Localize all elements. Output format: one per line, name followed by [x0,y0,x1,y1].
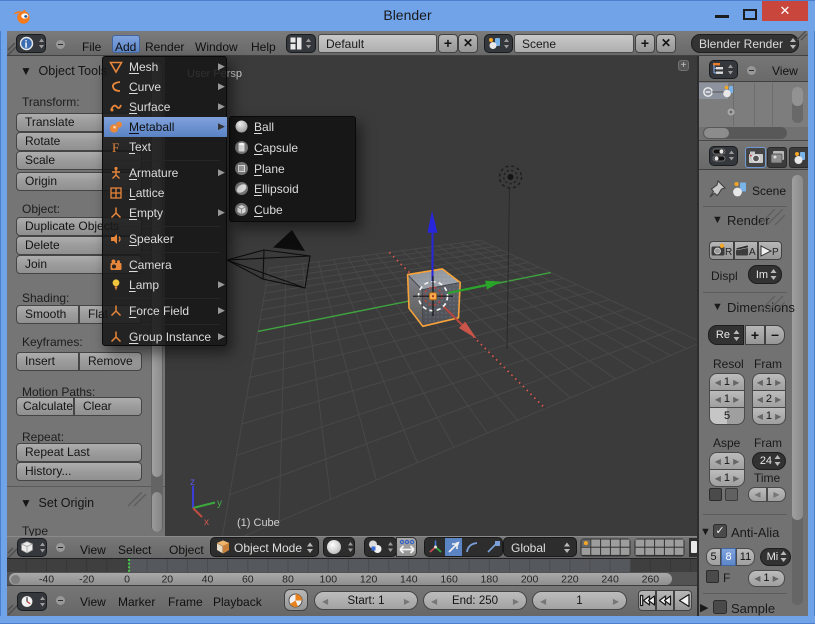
svg-text:220: 220 [561,574,579,586]
svg-text:F: F [112,140,119,154]
svg-text:120: 120 [360,574,378,586]
svg-text:-40: -40 [39,574,54,586]
svg-text:40: 40 [202,574,214,586]
svg-text:P: P [772,247,779,258]
svg-text:60: 60 [242,574,254,586]
svg-text:R: R [725,247,732,258]
svg-text:y: y [217,498,222,509]
svg-text:180: 180 [481,574,499,586]
svg-text:20: 20 [161,574,173,586]
svg-text:100: 100 [320,574,338,586]
svg-text:x: x [204,517,209,528]
svg-text:i: i [25,40,28,51]
svg-text:140: 140 [400,574,418,586]
svg-text:z: z [190,477,195,488]
svg-text:260: 260 [642,574,660,586]
svg-text:160: 160 [440,574,458,586]
svg-text:200: 200 [521,574,539,586]
svg-text:A: A [749,247,756,258]
svg-text:-20: -20 [79,574,94,586]
svg-text:80: 80 [282,574,294,586]
svg-text:(1) Cube: (1) Cube [237,517,280,529]
svg-text:240: 240 [601,574,619,586]
svg-text:0: 0 [124,574,130,586]
